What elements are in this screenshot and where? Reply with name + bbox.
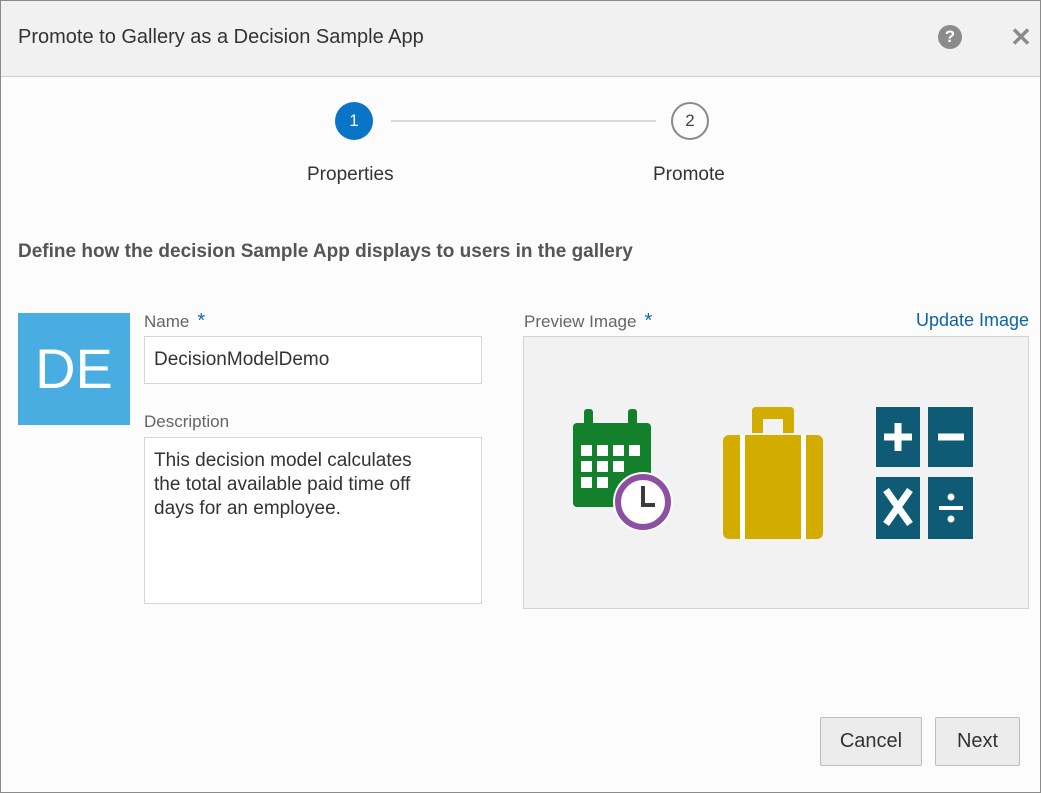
help-icon[interactable]: ? [938,25,962,49]
section-heading: Define how the decision Sample App displ… [18,241,633,262]
step-1-indicator[interactable]: 1 [335,102,373,140]
dialog-title: Promote to Gallery as a Decision Sample … [18,26,424,48]
step-2-label: Promote [653,164,725,185]
calendar-clock-icon [573,409,673,532]
next-button[interactable]: Next [935,717,1020,766]
cancel-button[interactable]: Cancel [820,717,922,766]
name-label-text: Name [144,312,190,331]
required-marker: * [644,310,653,332]
close-icon[interactable]: ✕ [1009,23,1033,51]
name-label: Name * [144,310,205,333]
step-connector [391,120,656,122]
step-2-indicator[interactable]: 2 [671,102,709,140]
preview-label-text: Preview Image [524,312,637,331]
avatar: DE [18,313,130,425]
dialog-header: Promote to Gallery as a Decision Sample … [1,1,1040,77]
description-input[interactable]: This decision model calculates the total… [144,437,482,604]
preview-image [523,336,1029,609]
preview-image-label: Preview Image * [524,310,652,333]
briefcase-icon [723,407,823,539]
required-marker: * [197,310,206,332]
name-input[interactable] [144,336,482,384]
update-image-link[interactable]: Update Image [916,310,1029,331]
step-1-label: Properties [307,164,394,185]
calculator-icon [876,407,973,539]
preview-illustration [573,407,973,539]
description-label: Description [144,412,230,431]
promote-dialog: Promote to Gallery as a Decision Sample … [0,0,1041,793]
